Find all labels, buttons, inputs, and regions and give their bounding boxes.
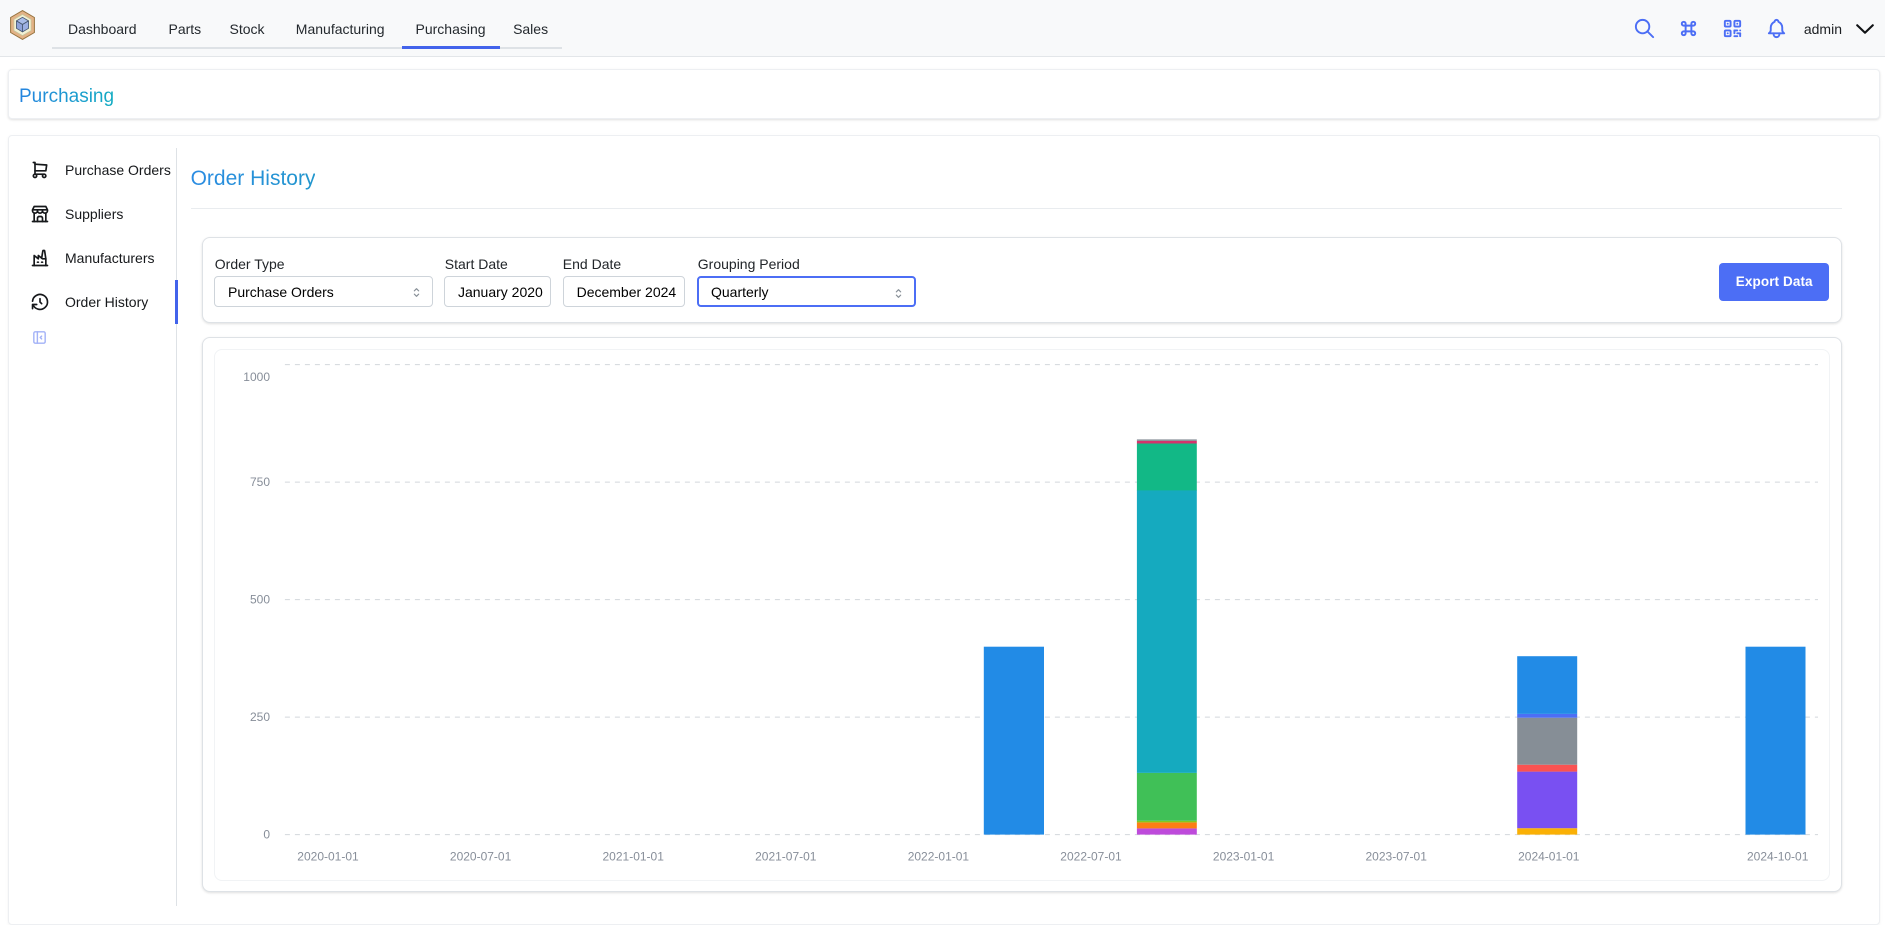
- svg-text:2020-01-01: 2020-01-01: [297, 849, 359, 863]
- svg-text:500: 500: [250, 593, 270, 607]
- svg-text:2024-01-01: 2024-01-01: [1518, 849, 1580, 863]
- svg-text:1000: 1000: [243, 370, 270, 384]
- svg-text:0: 0: [263, 828, 270, 842]
- svg-text:250: 250: [250, 710, 270, 724]
- svg-text:2021-07-01: 2021-07-01: [755, 849, 817, 863]
- svg-text:2023-07-01: 2023-07-01: [1365, 849, 1427, 863]
- svg-text:2022-07-01: 2022-07-01: [1060, 849, 1122, 863]
- svg-text:2020-07-01: 2020-07-01: [449, 849, 511, 863]
- svg-text:2024-10-01: 2024-10-01: [1747, 849, 1809, 863]
- svg-text:2021-01-01: 2021-01-01: [602, 849, 664, 863]
- svg-text:750: 750: [250, 475, 270, 489]
- svg-text:2022-01-01: 2022-01-01: [907, 849, 969, 863]
- svg-text:2023-01-01: 2023-01-01: [1212, 849, 1274, 863]
